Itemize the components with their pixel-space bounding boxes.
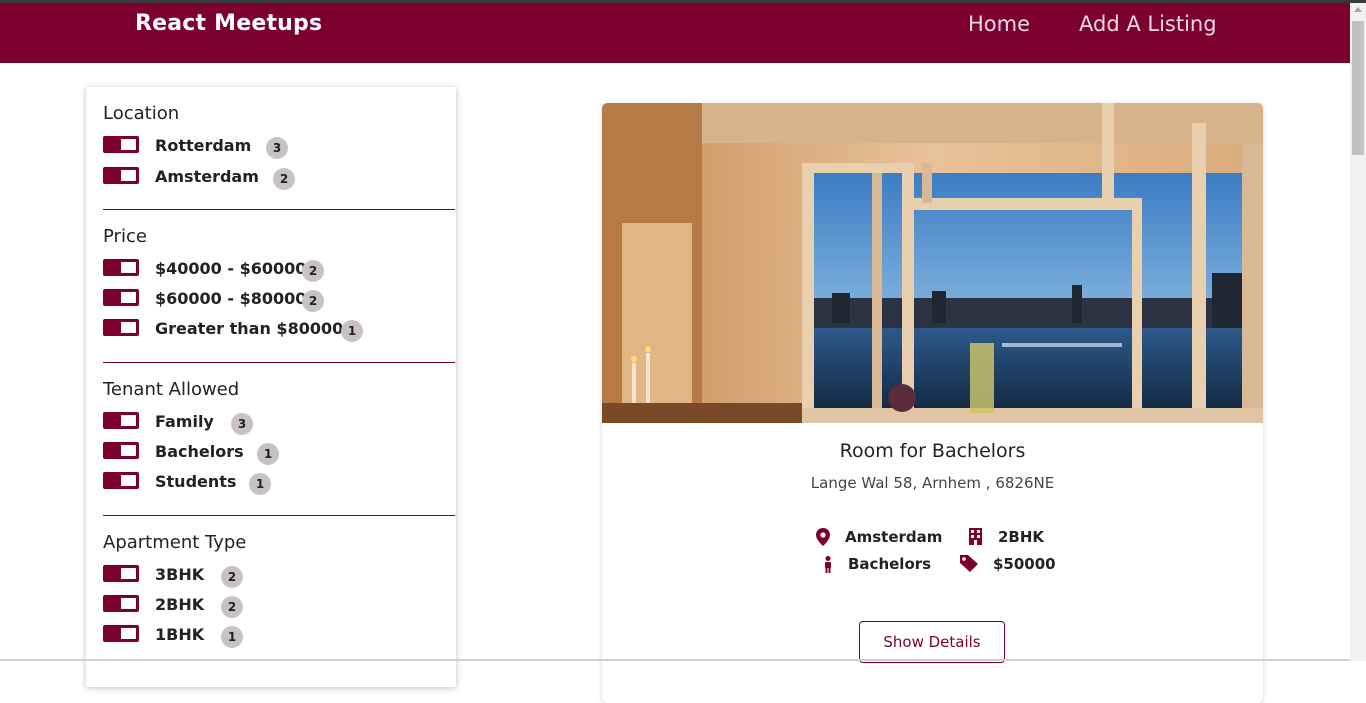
filter-option-label: 1BHK [155,625,205,644]
nav-add-listing-link[interactable]: Add A Listing [1079,12,1217,36]
count-badge: 1 [221,626,243,648]
filter-option-label: Greater than $80000 [155,319,344,338]
section-divider [103,515,455,516]
filter-option-label: Family [155,412,214,431]
count-badge: 2 [302,260,324,282]
filter-toggle[interactable] [103,472,139,489]
filter-toggle[interactable] [103,167,139,184]
count-badge: 2 [221,596,243,618]
filter-section-tenant: Tenant Allowed Family 3 Bachelors 1 Stud… [103,377,455,501]
listing-location: Amsterdam [845,528,943,546]
count-badge: 2 [273,168,295,190]
filter-option-students[interactable]: Students 1 [103,471,455,501]
filter-toggle[interactable] [103,136,139,153]
filter-option-bachelors[interactable]: Bachelors 1 [103,441,455,471]
filter-option-amsterdam[interactable]: Amsterdam 2 [103,166,455,196]
show-details-button[interactable]: Show Details [859,621,1005,663]
section-divider [103,362,455,363]
count-badge: 2 [302,290,324,312]
listing-photo [602,103,1263,423]
filter-section-location: Location Rotterdam 3 Amsterdam 2 [103,101,455,196]
price-tag-icon [960,555,978,572]
listing-card: Room for Bachelors Lange Wal 58, Arnhem … [602,103,1263,703]
scroll-up-arrow-icon[interactable] [1354,7,1362,12]
filter-title-price: Price [103,226,147,247]
count-badge: 2 [221,566,243,588]
person-icon [825,556,831,573]
filter-toggle[interactable] [103,289,139,306]
filter-option-3bhk[interactable]: 3BHK 2 [103,564,455,594]
filter-title-tenant: Tenant Allowed [103,379,240,400]
scroll-thumb[interactable] [1352,21,1364,155]
listing-price: $50000 [993,555,1056,573]
count-badge: 1 [257,443,279,465]
filter-option-price-60-80[interactable]: $60000 - $80000 2 [103,288,455,318]
filter-option-label: $40000 - $60000 [155,259,307,278]
listing-apartment-type: 2BHK [998,528,1045,546]
filter-panel: Location Rotterdam 3 Amsterdam 2 Price $… [86,87,456,687]
filter-toggle[interactable] [103,565,139,582]
filter-option-label: 2BHK [155,595,205,614]
filter-option-label: Rotterdam [155,136,252,155]
filter-option-1bhk[interactable]: 1BHK 1 [103,624,455,654]
brand-title[interactable]: React Meetups [135,11,322,36]
listing-title: Room for Bachelors [839,440,1026,462]
count-badge: 3 [266,137,288,159]
filter-option-family[interactable]: Family 3 [103,411,455,441]
filter-option-label: Bachelors [155,442,244,461]
filter-option-label: $60000 - $80000 [155,289,307,308]
filter-title-apartment-type: Apartment Type [103,532,247,553]
filter-title-location: Location [103,103,180,124]
map-marker-icon [816,528,830,546]
count-badge: 1 [249,473,271,495]
filter-option-label: Students [155,472,237,491]
top-navbar: React Meetups Home Add A Listing [0,3,1350,63]
filter-section-apartment-type: Apartment Type 3BHK 2 2BHK 2 1BHK 1 [103,530,455,654]
filter-toggle[interactable] [103,625,139,642]
listing-address: Lange Wal 58, Arnhem , 6826NE [810,474,1055,492]
filter-toggle[interactable] [103,595,139,612]
page-scrollbar[interactable] [1350,3,1366,661]
filter-option-label: 3BHK [155,565,205,584]
nav-home-link[interactable]: Home [968,12,1030,36]
filter-toggle[interactable] [103,442,139,459]
filter-option-rotterdam[interactable]: Rotterdam 3 [103,135,455,165]
filter-option-label: Amsterdam [155,167,259,186]
filter-section-price: Price $40000 - $60000 2 $60000 - $80000 … [103,224,455,348]
filter-option-price-40-60[interactable]: $40000 - $60000 2 [103,258,455,288]
listing-tenant: Bachelors [848,555,932,573]
filter-toggle[interactable] [103,412,139,429]
filter-option-2bhk[interactable]: 2BHK 2 [103,594,455,624]
filter-toggle[interactable] [103,259,139,276]
section-divider [103,209,455,210]
count-badge: 1 [341,320,363,342]
count-badge: 3 [231,413,253,435]
building-icon [969,528,982,545]
filter-option-price-80-plus[interactable]: Greater than $80000 1 [103,318,455,348]
filter-toggle[interactable] [103,319,139,336]
